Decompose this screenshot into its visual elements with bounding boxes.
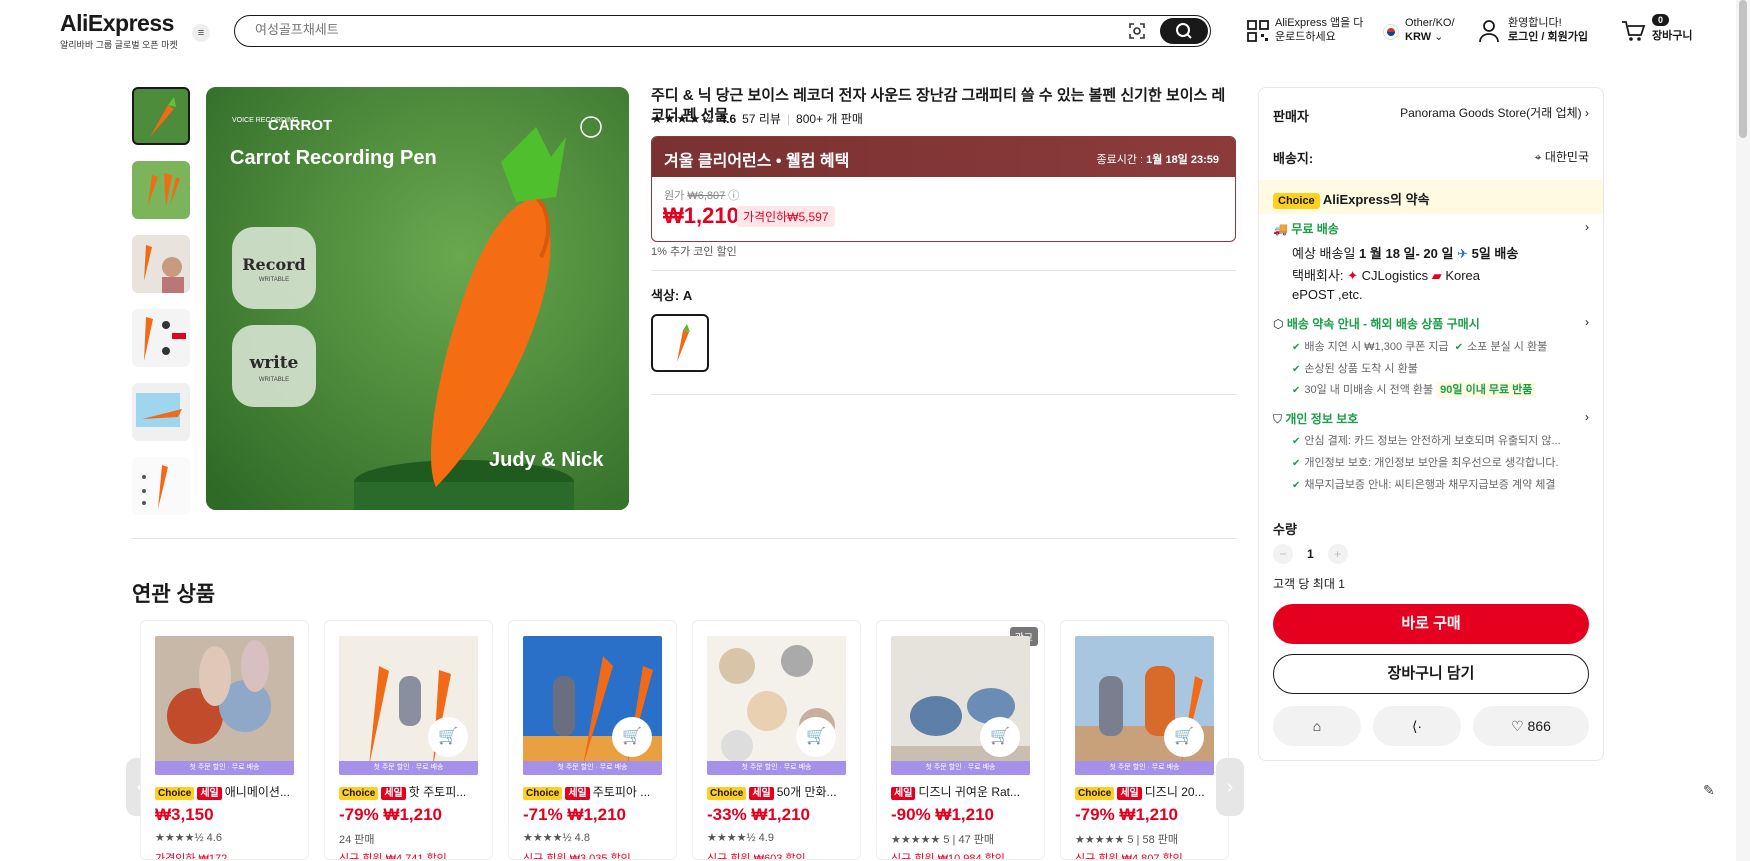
rating-row[interactable]: ★★★★½ 4.6 57 리뷰 | 800+ 개 판매 [651, 110, 863, 127]
quantity-plus-button[interactable]: + [1327, 544, 1348, 564]
menu-icon[interactable]: ≡ [192, 24, 210, 42]
ship-to-location[interactable]: ⌖ 대한민국 [1459, 148, 1589, 165]
original-price: 원가 ₩6,807 ⓘ [664, 190, 740, 202]
image-brand: CARROT [268, 117, 333, 134]
related-card[interactable]: 🛒 첫 주문 할인 · 무료 배송 Choice 세일 핫 주토피... -79% … [324, 620, 493, 860]
heart-icon: ♡ [1511, 718, 1524, 734]
location-pin-icon: ⌖ [1534, 150, 1542, 164]
thumbnail-2[interactable] [132, 161, 190, 219]
seller-label: 판매자 [1273, 109, 1309, 124]
related-card[interactable]: 🛒 첫 주문 할인 · 무료 배송 Choice 세일 디즈니 20... -79%… [1060, 620, 1229, 860]
promo-name: 겨울 클리어런스 • 웰컴 혜택 [664, 153, 850, 170]
color-option-a[interactable] [651, 314, 709, 372]
star-rating-icon: ★★★★½ [651, 110, 714, 126]
sale-price: ₩1,210 [663, 203, 739, 228]
info-icon[interactable]: ⓘ [728, 190, 739, 202]
divider [651, 270, 1236, 271]
search-icon [1176, 23, 1192, 39]
top-header: AliExpress 알리바바 그룹 글로벌 오픈 마켓 ≡ AliExpres… [0, 0, 1750, 62]
image-headline: Carrot Recording Pen [230, 147, 437, 169]
coin-discount: 1% 추가 코인 할인 [651, 246, 737, 258]
search-button[interactable] [1160, 18, 1208, 44]
store-button[interactable]: ⌂ [1273, 706, 1361, 746]
image-record-label: Record [242, 255, 306, 274]
region-currency-selector[interactable]: Other/KO/ KRW ⌄ [1405, 16, 1455, 44]
thumbnail-6[interactable] [132, 457, 190, 515]
purchase-sidebar: 판매자 Panorama Goods Store(거래 업체) › 배송지: ⌖… [1258, 87, 1604, 761]
camera-search-icon[interactable] [1128, 22, 1146, 40]
privacy-row[interactable]: ⛉ 개인 정보 보호 › [1273, 410, 1589, 427]
cart-icon[interactable] [1620, 18, 1646, 44]
quantity-label: 수량 [1273, 522, 1297, 537]
related-card[interactable]: 🛒 첫 주문 할인 · 무료 배송 Choice 세일 50개 만화... -33%… [692, 620, 861, 860]
image-write-label: write [249, 353, 299, 373]
chevron-right-icon: › [1585, 106, 1589, 120]
delivery-promise-row[interactable]: ⬡ 배송 약속 안내 - 해외 배송 상품 구매시 › [1273, 315, 1589, 332]
thumbnail-5[interactable] [132, 383, 190, 441]
cart-count-badge: 0 [1652, 14, 1670, 26]
store-icon: ⌂ [1312, 718, 1322, 734]
delivery-estimate: 예상 배송일 1 월 18 일- 20 일 ✈ 5일 배송 [1292, 246, 1519, 261]
qr-code-icon[interactable] [1246, 19, 1270, 43]
shield-icon: ⬡ [1273, 317, 1284, 331]
quantity-limit: 고객 당 최대 1 [1273, 577, 1345, 591]
image-signature: Judy & Nick [489, 449, 604, 471]
cart-label[interactable]: 장바구니 [1652, 29, 1692, 43]
related-card[interactable]: 🛒 첫 주문 할인 · 무료 배송 Choice 세일 주토피아 ... -71% … [508, 620, 677, 860]
thumbnail-3[interactable] [132, 235, 190, 293]
user-icon[interactable] [1478, 19, 1500, 43]
share-button[interactable]: ⟨· [1373, 706, 1461, 746]
seller-link[interactable]: Panorama Goods Store(거래 업체) › [1384, 104, 1589, 121]
choice-tag: Choice [1273, 193, 1320, 209]
shield-check-icon: ⛉ [1273, 412, 1283, 426]
carousel-next-button[interactable]: › [1216, 758, 1244, 816]
related-card[interactable]: 첫 주문 할인 · 무료 배송 Choice 세일 애니메이션... ₩3,150 … [140, 620, 309, 860]
app-download-link[interactable]: AliExpress 앱을 다 운로드하세요 [1275, 16, 1363, 44]
share-icon: ⟨· [1411, 718, 1423, 734]
discount-badge: 가격인하₩5,597 [737, 206, 835, 227]
carrier-info: 택배회사: ✦ CJLogistics ▰ Korea ePOST ,etc. [1292, 268, 1481, 302]
wishlist-button[interactable]: ♡ 866 [1473, 706, 1589, 746]
promo-price-box: 겨울 클리어런스 • 웰컴 혜택 종료시간 : 1월 18일 23:59 원가 … [651, 136, 1236, 242]
quantity-minus-button[interactable]: − [1273, 544, 1293, 564]
add-to-cart-icon[interactable]: 🛒 [428, 717, 468, 757]
chevron-right-icon: › [1585, 220, 1589, 234]
page-scrollbar[interactable] [1736, 0, 1750, 861]
quantity-stepper: − 1 + [1273, 544, 1348, 564]
chevron-down-icon: ⌄ [1434, 31, 1444, 43]
search-input[interactable] [255, 22, 1105, 37]
main-product-image[interactable]: VOICE RECORDING CARROT Carrot Recording … [206, 87, 629, 510]
add-to-cart-button[interactable]: 장바구니 담기 [1273, 654, 1589, 694]
account-link[interactable]: 환영합니다! 로그인 / 회원가입 [1508, 16, 1588, 44]
aliexpress-logo[interactable]: AliExpress 알리바바 그룹 글로벌 오픈 마켓 [60, 10, 178, 51]
quantity-value[interactable]: 1 [1307, 547, 1314, 561]
edit-feedback-icon[interactable]: ✎ [1703, 782, 1715, 799]
korea-flag-icon [1383, 24, 1399, 40]
thumbnail-1[interactable] [132, 87, 190, 145]
choice-promise-band: Choice AliExpress의 약속 [1259, 180, 1603, 214]
related-card[interactable]: 광고 🛒 첫 주문 할인 · 무료 배송 세일디즈니 귀여운 Rat... -9… [876, 620, 1045, 860]
free-shipping-row[interactable]: 🚚 무료 배송 › [1273, 220, 1589, 237]
color-label: 색상: A [651, 288, 693, 303]
related-products-title: 연관 상품 [132, 583, 216, 606]
thumbnail-list [132, 87, 190, 531]
truck-icon: 🚚 [1273, 222, 1288, 236]
plane-icon: ✈ [1457, 246, 1468, 261]
search-bar [234, 15, 1211, 47]
free-return-badge: 90일 이내 무료 반품 [1436, 382, 1537, 398]
thumbnail-4[interactable] [132, 309, 190, 367]
buy-now-button[interactable]: 바로 구매 [1273, 604, 1589, 644]
promo-end-time: 종료시간 : 1월 18일 23:59 [1096, 154, 1220, 166]
